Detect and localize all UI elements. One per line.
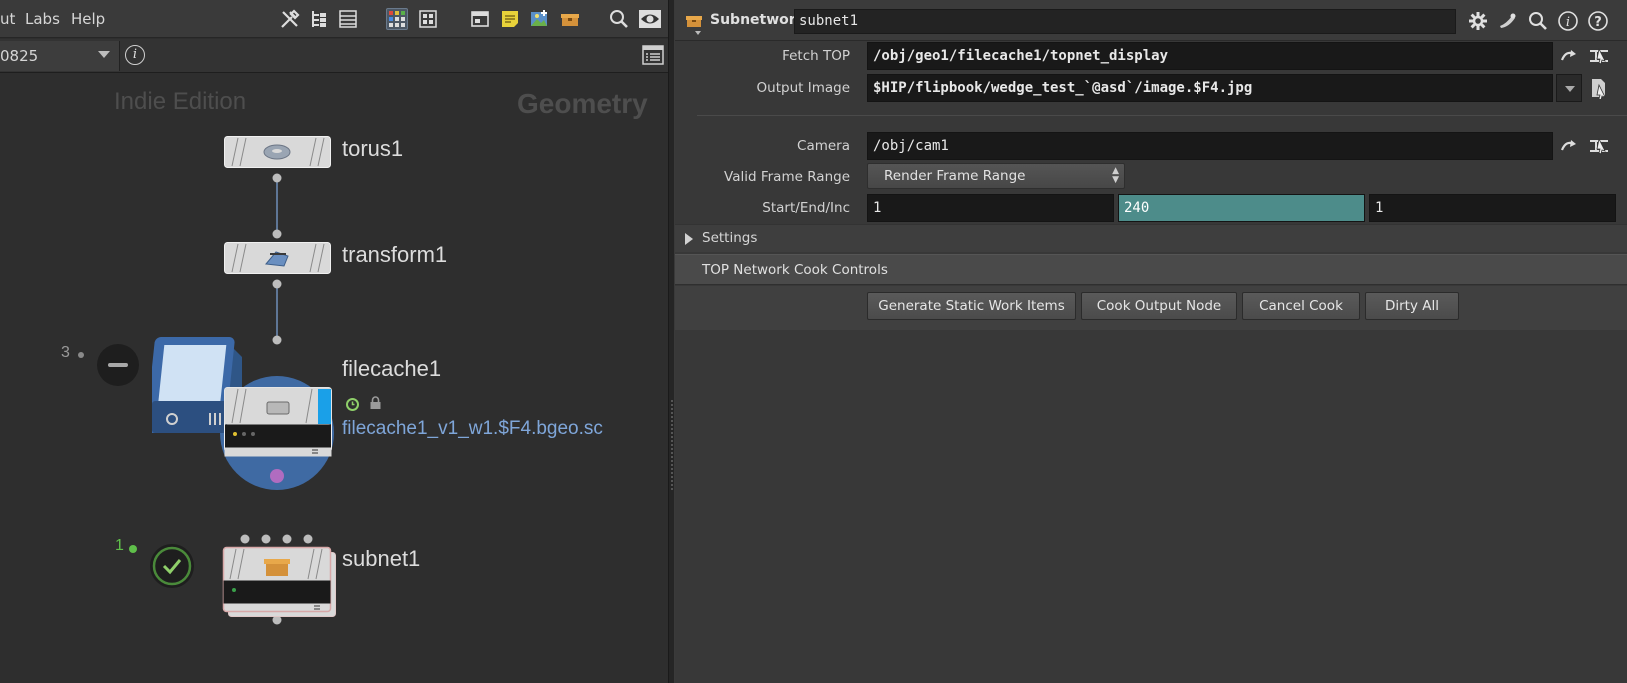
divider-grip[interactable]	[671, 400, 673, 490]
camera-field[interactable]: /obj/cam1	[867, 132, 1553, 160]
svg-text:i: i	[1566, 15, 1570, 30]
network-path-value: 0825	[0, 47, 39, 65]
node-label-subnet1: subnet1	[342, 546, 421, 571]
parameter-header: Subnetwork subnet1 i ?	[675, 0, 1627, 41]
node-name-value: subnet1	[799, 13, 859, 29]
filecache-badge-dot	[78, 352, 84, 358]
node-label-transform1: transform1	[342, 242, 448, 267]
fetch-top-field[interactable]: /obj/geo1/filecache1/topnet_display	[867, 42, 1553, 70]
menu-help[interactable]: Help	[71, 10, 105, 28]
file-chooser-icon[interactable]	[1588, 77, 1610, 101]
gear-icon[interactable]	[1467, 10, 1489, 32]
output-image-menu-button[interactable]	[1556, 74, 1582, 102]
node-info-icon[interactable]: i	[1557, 10, 1579, 32]
node-name-field[interactable]: subnet1	[794, 9, 1456, 34]
subnet-node-icon	[222, 546, 336, 617]
node-torus1[interactable]	[224, 136, 331, 168]
start-frame-field[interactable]: 1	[867, 194, 1114, 222]
node-label-torus1: torus1	[342, 136, 404, 161]
node-filecache1[interactable]	[145, 329, 337, 509]
help-icon[interactable]: ?	[1587, 10, 1609, 32]
svg-text:?: ?	[1594, 15, 1602, 30]
type-menu-arrow-icon[interactable]	[695, 31, 701, 35]
filecache-badge-count: 3	[61, 344, 70, 361]
valid-frame-range-value: Render Frame Range	[884, 168, 1026, 184]
bypass-toggle-icon[interactable]	[97, 344, 139, 386]
jump-to-node-icon[interactable]	[1558, 46, 1580, 68]
end-frame-field[interactable]: 240	[1118, 194, 1365, 222]
tile-view-icon[interactable]	[417, 8, 439, 30]
list-toggle-icon[interactable]	[642, 45, 664, 65]
filecache-node-icon	[145, 337, 334, 490]
subnet-icon[interactable]	[559, 8, 581, 30]
tree-view-icon[interactable]	[308, 8, 330, 30]
path-bar: 0825 i	[0, 39, 668, 73]
cancel-cook-button[interactable]: Cancel Cook	[1242, 292, 1360, 320]
subnet-badge-count: 1	[115, 537, 124, 554]
lock-icon	[369, 395, 382, 409]
network-box-icon[interactable]	[469, 8, 491, 30]
generate-static-work-items-button[interactable]: Generate Static Work Items	[867, 292, 1076, 320]
pane-divider[interactable]	[668, 0, 675, 683]
node-label-filecache1: filecache1	[342, 356, 442, 381]
cooked-status-icon	[150, 544, 194, 588]
camera-label: Camera	[797, 138, 850, 154]
subnet-badge-dot	[129, 545, 137, 553]
start-end-inc-label: Start/End/Inc	[762, 200, 850, 216]
torus-node-icon	[224, 136, 331, 168]
cook-controls-label: TOP Network Cook Controls	[702, 262, 888, 278]
background-image-icon[interactable]	[529, 8, 551, 30]
node-transform1[interactable]	[224, 242, 331, 274]
search-icon[interactable]	[608, 8, 630, 30]
output-image-label: Output Image	[756, 80, 850, 96]
search-params-icon[interactable]	[1527, 10, 1549, 32]
cook-output-node-button[interactable]: Cook Output Node	[1081, 292, 1237, 320]
settings-folder-label: Settings	[702, 230, 758, 246]
list-view-icon[interactable]	[337, 8, 359, 30]
dirty-all-button[interactable]: Dirty All	[1365, 292, 1459, 320]
filecache-file-path: filecache1_v1_w1.$F4.bgeo.sc	[342, 418, 603, 439]
jump-to-camera-icon[interactable]	[1558, 136, 1580, 158]
parameter-pane: Subnetwork subnet1 i ? Fetch TOP /obj/ge…	[675, 0, 1627, 683]
camera-chooser-icon[interactable]	[1588, 135, 1610, 157]
menu-labs[interactable]: Labs	[25, 10, 60, 28]
grid-view-icon[interactable]	[386, 8, 408, 30]
help-tool-icon[interactable]	[1497, 10, 1519, 32]
cook-controls-area: Generate Static Work Items Cook Output N…	[675, 286, 1627, 330]
valid-frame-range-menu[interactable]: Render Frame Range ▲ ▼	[867, 163, 1125, 189]
dropdown-arrow-icon	[1565, 86, 1575, 92]
section-separator	[697, 115, 1627, 116]
increment-field[interactable]: 1	[1369, 194, 1616, 222]
info-icon[interactable]: i	[125, 45, 145, 65]
settings-folder[interactable]: Settings	[675, 224, 1627, 252]
menubar: ut Labs Help	[0, 0, 668, 38]
valid-frame-range-label: Valid Frame Range	[724, 169, 850, 185]
cook-controls-header: TOP Network Cook Controls	[675, 254, 1627, 285]
tools-icon[interactable]	[279, 8, 301, 30]
expand-triangle-icon	[685, 233, 693, 245]
menu-updown-icon: ▲ ▼	[1112, 166, 1119, 185]
sticky-note-icon[interactable]	[499, 8, 521, 30]
fetch-top-label: Fetch TOP	[782, 48, 850, 64]
output-image-field[interactable]: $HIP/flipbook/wedge_test_`@asd`/image.$F…	[867, 74, 1553, 102]
network-editor-pane: ut Labs Help 0825 i Indie Edition Geomet…	[0, 0, 668, 683]
menu-layout[interactable]: ut	[0, 10, 15, 28]
subnet-type-icon[interactable]	[685, 13, 703, 27]
network-canvas[interactable]: Indie Edition Geometry torus1 transform1…	[0, 74, 668, 683]
node-chooser-icon[interactable]	[1588, 45, 1610, 67]
time-dependent-icon	[346, 396, 359, 411]
node-type-label: Subnetwork	[710, 12, 805, 28]
path-dropdown-icon[interactable]	[98, 51, 110, 58]
node-subnet1[interactable]	[222, 546, 338, 620]
eye-icon[interactable]	[638, 8, 661, 30]
transform-node-icon	[224, 242, 331, 274]
